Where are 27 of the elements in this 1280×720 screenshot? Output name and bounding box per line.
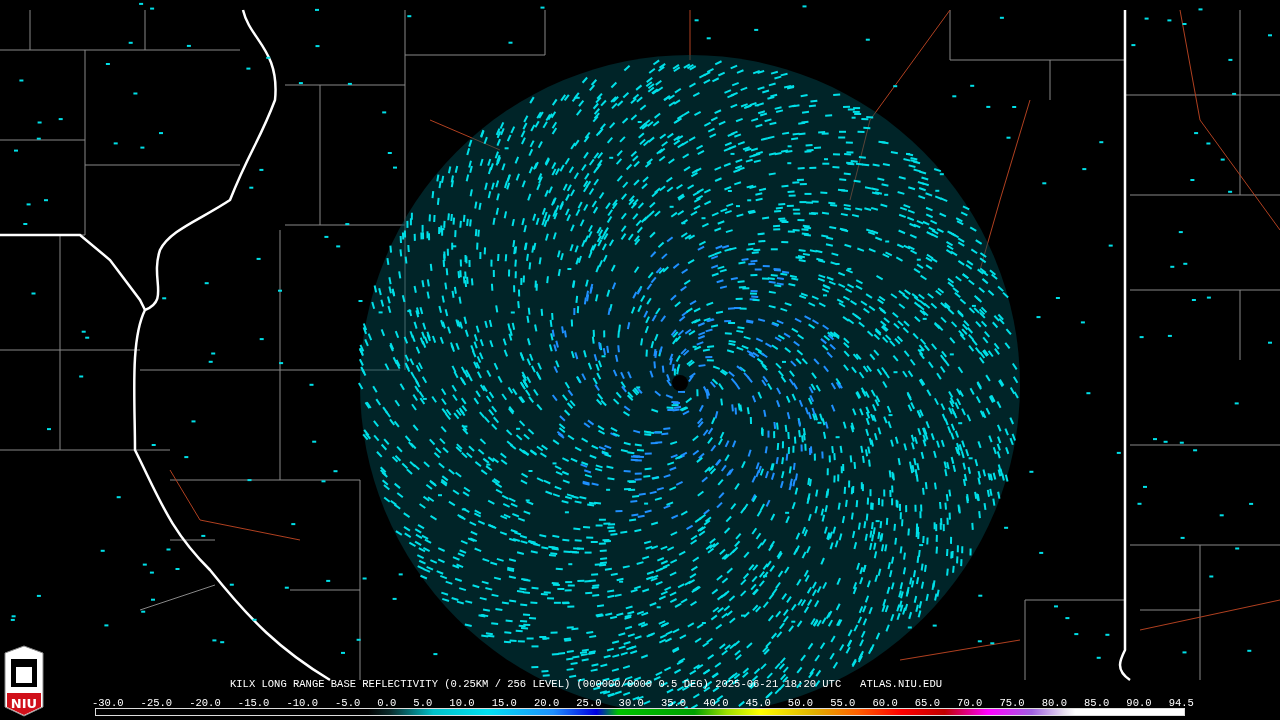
scale-label: -30.0 (92, 697, 124, 709)
scale-label: 55.0 (830, 697, 856, 709)
scale-label: 35.0 (660, 697, 687, 709)
logo-text: NIU (10, 696, 38, 711)
scale-label: 70.0 (957, 697, 983, 709)
scale-label: 30.0 (618, 697, 644, 709)
scale-label: 85.0 (1084, 697, 1110, 709)
scale-label: 60.0 (872, 697, 898, 709)
scale-label: -20.0 (189, 697, 221, 709)
scale-label: 10.0 (449, 697, 475, 709)
scale-label: 0.0 (377, 697, 397, 709)
scale-label: 25.0 (576, 697, 602, 709)
scale-label: 40.0 (703, 697, 729, 709)
scale-label: 45.0 (745, 697, 771, 709)
scale-label: 20.0 (534, 697, 560, 709)
scale-label: 15.0 (491, 697, 517, 709)
scale-label: 80.0 (1041, 697, 1067, 709)
scale-label: -10.0 (286, 697, 318, 709)
scale-label: 75.0 (999, 697, 1025, 709)
scale-label: 5.0 (413, 697, 433, 709)
scale-label: 94.5 (1168, 697, 1194, 709)
scale-label: 90.0 (1126, 697, 1152, 709)
scale-label: 50.0 (787, 697, 814, 709)
scale-label: -5.0 (335, 697, 361, 709)
scale-label: -25.0 (140, 697, 173, 709)
scale-label: 65.0 (914, 697, 940, 709)
scale-label: -15.0 (237, 697, 270, 709)
